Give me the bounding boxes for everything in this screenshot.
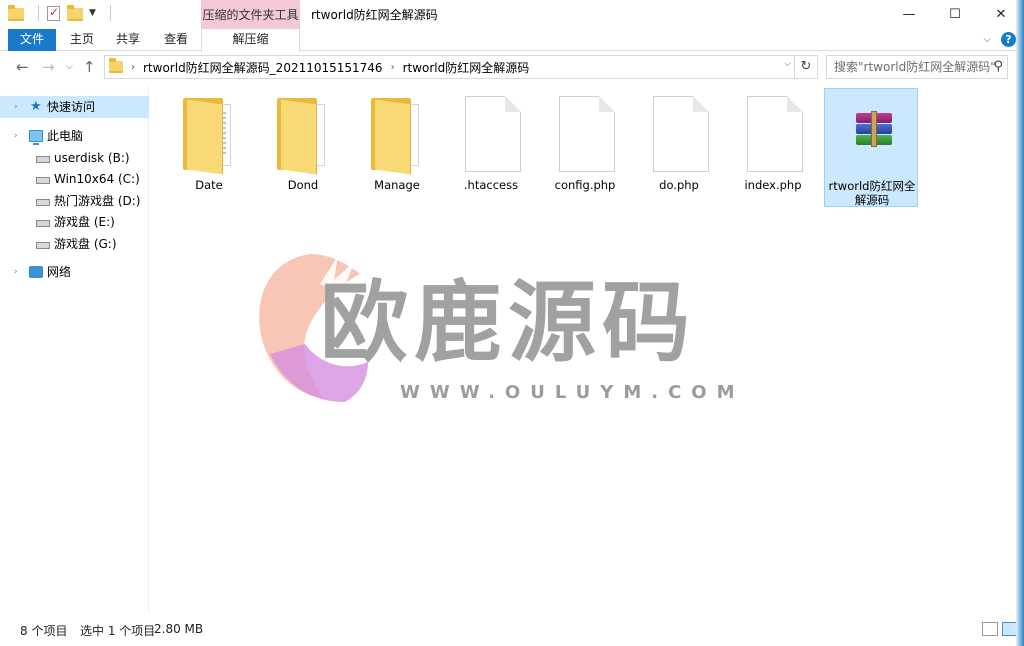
- address-bar[interactable]: › rtworld防红网全解源码_20211015151746 › rtworl…: [104, 55, 818, 79]
- star-icon: ★: [30, 99, 42, 114]
- file-name: Manage: [374, 178, 420, 192]
- windows-drive-icon: [36, 177, 50, 184]
- back-icon[interactable]: ←: [16, 58, 29, 76]
- address-row: ← → ⌵ ↑ › rtworld防红网全解源码_20211015151746 …: [0, 52, 1024, 82]
- file-item[interactable]: .htaccess: [444, 88, 538, 207]
- tab-view[interactable]: 查看: [164, 29, 188, 51]
- ribbon-controls: ⌵ ?: [983, 32, 1016, 47]
- file-item[interactable]: index.php: [726, 88, 820, 207]
- status-bar: 8 个项目 选中 1 个项目 2.80 MB: [0, 613, 1024, 646]
- chevron-right-icon[interactable]: ›: [391, 62, 395, 73]
- nav-item-label: 此电脑: [47, 129, 84, 143]
- blank-file-icon: [647, 94, 711, 174]
- tab-extract[interactable]: 解压缩: [201, 29, 300, 52]
- chevron-right-icon[interactable]: ›: [14, 96, 18, 118]
- breadcrumb-item[interactable]: rtworld防红网全解源码: [403, 59, 530, 76]
- nav-item-quick-access[interactable]: › ★ 快速访问: [0, 96, 149, 118]
- selection-count: 选中 1 个项目: [80, 624, 156, 638]
- new-folder-icon[interactable]: [67, 5, 83, 21]
- folder-icon: [8, 5, 24, 21]
- blank-file-icon: [459, 94, 523, 174]
- file-item-folder[interactable]: Date: [162, 88, 256, 207]
- nav-item-label: Win10x64 (C:): [54, 172, 140, 186]
- up-icon[interactable]: ↑: [83, 58, 96, 76]
- tab-home[interactable]: 主页: [70, 29, 94, 51]
- file-name: do.php: [659, 178, 699, 192]
- folder-icon: [365, 94, 429, 175]
- recent-locations-icon[interactable]: ⌵: [66, 62, 73, 72]
- nav-item-network[interactable]: › 网络: [0, 261, 149, 283]
- tab-share[interactable]: 共享: [116, 29, 140, 51]
- file-name: rtworld防红网全解源码: [828, 179, 916, 207]
- chevron-down-icon[interactable]: ⌵: [983, 34, 991, 45]
- chevron-right-icon[interactable]: ›: [14, 125, 18, 147]
- computer-icon: [29, 130, 43, 145]
- nav-item-label: 网络: [47, 265, 72, 279]
- toolbar-divider: [109, 5, 111, 21]
- nav-item-label: 热门游戏盘 (D:): [54, 194, 141, 208]
- details-view-icon[interactable]: [982, 622, 998, 636]
- nav-item-label: 游戏盘 (G:): [54, 237, 117, 251]
- nav-item-label: 游戏盘 (E:): [54, 215, 115, 229]
- item-count: 8 个项目: [20, 624, 68, 638]
- drive-icon: [36, 199, 50, 206]
- desktop-edge: [1016, 0, 1024, 646]
- file-item-folder[interactable]: Dond: [256, 88, 350, 207]
- network-icon: [29, 266, 43, 278]
- file-item[interactable]: config.php: [538, 88, 632, 207]
- breadcrumb-item[interactable]: rtworld防红网全解源码_20211015151746: [143, 59, 383, 76]
- file-name: Dond: [287, 178, 319, 192]
- chevron-right-icon[interactable]: ›: [14, 261, 18, 283]
- minimize-button[interactable]: —: [886, 0, 932, 29]
- window-title: rtworld防红网全解源码: [311, 8, 438, 22]
- nav-item-drive[interactable]: 游戏盘 (G:): [0, 233, 149, 255]
- drive-icon: [36, 242, 50, 249]
- file-name: .htaccess: [463, 178, 519, 192]
- selection-size: 2.80 MB: [154, 622, 204, 636]
- nav-item-drive[interactable]: Win10x64 (C:): [0, 168, 149, 190]
- nav-item-drive[interactable]: userdisk (B:): [0, 147, 149, 169]
- nav-item-this-pc[interactable]: › 此电脑: [0, 125, 149, 147]
- search-placeholder: 搜索"rtworld防红网全解源码": [834, 60, 996, 74]
- customize-toolbar-icon[interactable]: ▼: [89, 8, 96, 18]
- tab-file[interactable]: 文件: [8, 29, 56, 51]
- file-item-archive[interactable]: rtworld防红网全解源码: [824, 88, 918, 207]
- winrar-archive-icon: [840, 95, 904, 175]
- chevron-right-icon[interactable]: ›: [131, 62, 135, 73]
- nav-item-label: 快速访问: [47, 100, 96, 114]
- window-controls: — ☐ ✕: [886, 0, 1024, 29]
- blank-file-icon: [741, 94, 805, 174]
- toolbar-divider: [38, 5, 39, 21]
- refresh-icon[interactable]: ↻: [794, 56, 817, 78]
- properties-icon[interactable]: [45, 5, 61, 21]
- nav-item-label: userdisk (B:): [54, 151, 130, 165]
- ribbon-tabs: 文件 主页 共享 查看 解压缩 ⌵ ?: [0, 29, 1024, 52]
- file-name: config.php: [554, 178, 616, 192]
- view-switcher: [982, 622, 1018, 636]
- context-tab-header: 压缩的文件夹工具: [201, 0, 300, 29]
- file-item-folder[interactable]: Manage: [350, 88, 444, 207]
- nav-item-drive[interactable]: 游戏盘 (E:): [0, 211, 149, 233]
- title-bar: ▼ 压缩的文件夹工具 rtworld防红网全解源码 — ☐ ✕: [0, 0, 1024, 29]
- maximize-button[interactable]: ☐: [932, 0, 978, 29]
- file-item[interactable]: do.php: [632, 88, 726, 207]
- file-list: Date Dond Manage .htaccess config.php do…: [150, 86, 1024, 613]
- help-icon[interactable]: ?: [1001, 32, 1016, 47]
- drive-icon: [36, 220, 50, 227]
- blank-file-icon: [553, 94, 617, 174]
- address-history-icon[interactable]: ⌵: [784, 59, 791, 69]
- search-input[interactable]: 搜索"rtworld防红网全解源码" ⚲: [826, 55, 1008, 79]
- search-icon[interactable]: ⚲: [993, 56, 1003, 78]
- drive-icon: [36, 156, 50, 163]
- folder-icon: [271, 94, 335, 175]
- quick-access-toolbar: ▼: [8, 5, 111, 21]
- breadcrumb: › rtworld防红网全解源码_20211015151746 › rtworl…: [105, 58, 530, 76]
- folder-icon: [109, 58, 123, 73]
- nav-item-drive[interactable]: 热门游戏盘 (D:): [0, 190, 149, 212]
- navigation-pane: › ★ 快速访问 › 此电脑 userdisk (B:) Win10x64 (C…: [0, 86, 149, 613]
- file-name: Date: [195, 178, 223, 192]
- forward-icon[interactable]: →: [42, 58, 55, 76]
- file-name: index.php: [744, 178, 802, 192]
- folder-icon: [177, 94, 241, 175]
